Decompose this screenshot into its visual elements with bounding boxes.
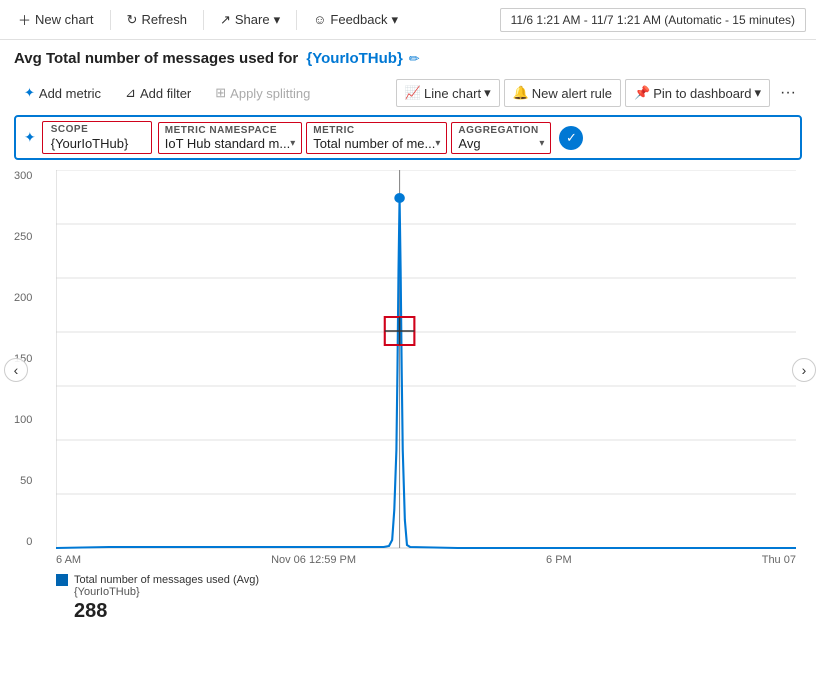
scope-field[interactable]: SCOPE {YourIoTHub}: [42, 121, 152, 154]
legend-label: Total number of messages used (Avg): [74, 574, 259, 586]
feedback-icon: ☺: [313, 12, 326, 27]
share-icon: ↗: [220, 12, 231, 28]
x-axis: 6 AM Nov 06 12:59 PM 6 PM Thu 07: [14, 550, 806, 566]
chevron-down-icon: ▾: [274, 12, 281, 28]
nav-right-arrow[interactable]: ›: [792, 358, 816, 382]
chevron-down-icon-4: ▾: [754, 85, 761, 101]
confirm-button[interactable]: ✓: [559, 126, 583, 150]
pin-dashboard-button[interactable]: 📌 Pin to dashboard ▾: [625, 79, 770, 107]
x-label-6am: 6 AM: [56, 554, 81, 566]
feedback-button[interactable]: ☺ Feedback ▾: [305, 8, 406, 32]
add-filter-button[interactable]: ⊿ Add filter: [115, 80, 201, 106]
chart-legend: Total number of messages used (Avg) {You…: [14, 574, 802, 623]
date-range-button[interactable]: 11/6 1:21 AM - 11/7 1:21 AM (Automatic -…: [500, 8, 806, 32]
legend-sublabel: {YourIoTHub}: [74, 586, 802, 598]
x-label-noon: Nov 06 12:59 PM: [271, 554, 356, 566]
namespace-field[interactable]: METRIC NAMESPACE IoT Hub standard m... ▾: [158, 122, 303, 154]
chevron-down-icon-3: ▾: [484, 85, 491, 101]
top-toolbar: ＋ New chart ↻ Refresh ↗ Share ▾ ☺ Feedba…: [0, 0, 816, 40]
aggregation-field[interactable]: AGGREGATION Avg ▾: [451, 122, 551, 154]
y-label-250: 250: [14, 231, 32, 243]
pin-icon: 📌: [634, 85, 650, 101]
chart-wrapper: 300 250 200 150 100 50 0: [14, 170, 806, 550]
chevron-down-icon-2: ▾: [392, 12, 399, 28]
add-metric-button[interactable]: ✦ Add metric: [14, 80, 111, 106]
y-label-300: 300: [14, 170, 32, 182]
new-alert-button[interactable]: 🔔 New alert rule: [504, 79, 621, 107]
more-options-button[interactable]: ···: [774, 79, 802, 107]
namespace-chevron: ▾: [290, 138, 295, 149]
peak-dot: [394, 193, 405, 203]
filter-icon: ⊿: [125, 85, 136, 101]
filter-row: ✦ SCOPE {YourIoTHub} METRIC NAMESPACE Io…: [14, 115, 802, 160]
edit-icon[interactable]: ✏: [409, 51, 420, 67]
metric-chevron: ▾: [435, 138, 440, 149]
metric-toolbar: ✦ Add metric ⊿ Add filter ⊞ Apply splitt…: [0, 75, 816, 115]
legend-value: 288: [74, 600, 802, 623]
line-chart-icon: 📈: [405, 85, 421, 101]
chart-type-dropdown[interactable]: 📈 Line chart ▾: [396, 79, 500, 107]
alert-icon: 🔔: [513, 85, 529, 101]
chart-area: ‹ › 300 250 200 150 100 50 0: [14, 170, 806, 566]
scope-icon: ✦: [24, 129, 36, 146]
x-label-thu: Thu 07: [762, 554, 796, 566]
page-title: Avg Total number of messages used for {Y…: [14, 50, 403, 67]
y-label-50: 50: [20, 475, 32, 487]
legend-color-box: [56, 574, 68, 586]
apply-splitting-button[interactable]: ⊞ Apply splitting: [205, 80, 320, 106]
splitting-icon: ⊞: [215, 85, 226, 101]
title-bar: Avg Total number of messages used for {Y…: [0, 40, 816, 75]
refresh-button[interactable]: ↻ Refresh: [119, 8, 195, 32]
add-metric-icon: ✦: [24, 85, 35, 101]
y-label-0: 0: [26, 536, 32, 548]
legend-item: Total number of messages used (Avg): [56, 574, 802, 586]
y-label-200: 200: [14, 292, 32, 304]
aggregation-chevron: ▾: [539, 138, 544, 149]
share-button[interactable]: ↗ Share ▾: [212, 8, 288, 32]
y-label-100: 100: [14, 414, 32, 426]
divider-2: [203, 10, 204, 30]
divider-3: [296, 10, 297, 30]
x-label-6pm: 6 PM: [546, 554, 572, 566]
plus-icon: ＋: [18, 10, 31, 29]
divider-1: [110, 10, 111, 30]
chart-inner: 300 250 200 150 100 50 0: [56, 170, 796, 550]
metric-field[interactable]: METRIC Total number of me... ▾: [306, 122, 447, 154]
nav-left-arrow[interactable]: ‹: [4, 358, 28, 382]
new-chart-button[interactable]: ＋ New chart: [10, 6, 102, 33]
chart-svg: [56, 170, 796, 550]
refresh-icon: ↻: [127, 12, 138, 28]
